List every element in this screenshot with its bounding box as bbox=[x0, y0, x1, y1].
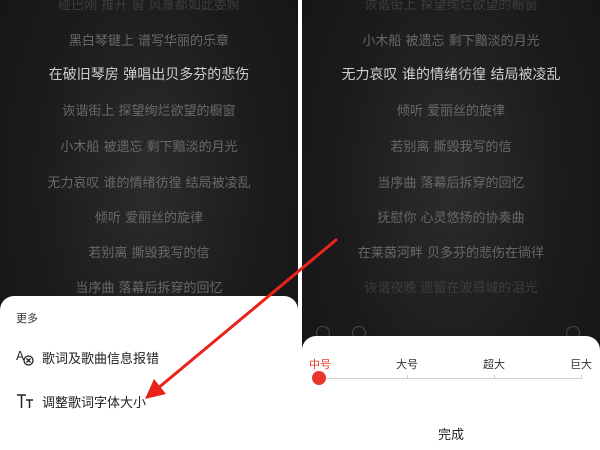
font-size-option-huge[interactable]: 巨大 bbox=[570, 356, 592, 372]
lyric-line: 抚慰你 心灵悠扬的协奏曲 bbox=[377, 211, 525, 226]
slider-tick bbox=[494, 375, 495, 379]
lyric-line-current: 无力哀叹 谁的情绪彷徨 结局被凌乱 bbox=[341, 67, 561, 83]
sheet-title: 更多 bbox=[16, 312, 38, 325]
lyrics-report-icon: A bbox=[14, 346, 36, 368]
lyric-line: 碰巴刚 推开 窗 风景都如此委婉 bbox=[58, 0, 240, 13]
more-menu-sheet: 更多 A 歌词及歌曲信息报错 调整歌词字体大小 bbox=[0, 296, 298, 450]
lyric-line: 小木船 被遗忘 剩下黯淡的月光 bbox=[362, 34, 540, 49]
lyric-line: 诙谐街上 探望绚烂欲望的橱窗 bbox=[364, 0, 538, 13]
lyric-line: 黑白琴键上 谱写华丽的乐章 bbox=[68, 34, 230, 49]
lyric-line: 若别离 撕毁我写的信 bbox=[390, 140, 512, 155]
font-size-option-xlarge[interactable]: 超大 bbox=[483, 356, 505, 372]
font-size-option-medium[interactable]: 中号 bbox=[309, 356, 331, 372]
lyric-line: 诙谐夜晚 遗留在波恩城的泪光 bbox=[364, 281, 538, 296]
lyric-line: 倾听 爱丽丝的旋律 bbox=[94, 211, 204, 226]
font-size-slider-track[interactable] bbox=[320, 375, 582, 379]
lyric-line: 倾听 爱丽丝的旋律 bbox=[396, 104, 506, 119]
menu-item-label: 调整歌词字体大小 bbox=[42, 395, 147, 411]
lyric-line-current: 在破旧琴房 弹唱出贝多芬的悲伤 bbox=[48, 67, 250, 83]
menu-item-report-lyrics[interactable]: A 歌词及歌曲信息报错 bbox=[14, 344, 159, 370]
font-size-option-large[interactable]: 大号 bbox=[396, 356, 418, 372]
menu-item-font-size[interactable]: 调整歌词字体大小 bbox=[14, 388, 146, 414]
lyric-line: 诙谐街上 探望绚烂欲望的橱窗 bbox=[62, 104, 236, 119]
slider-tick bbox=[407, 375, 408, 379]
done-button[interactable]: 完成 bbox=[302, 424, 600, 443]
font-size-sheet: 中号 大号 超大 巨大 完成 bbox=[302, 336, 600, 450]
slider-tick bbox=[581, 375, 582, 379]
lyric-line: 无力哀叹 谁的情绪彷徨 结局被凌乱 bbox=[47, 176, 251, 191]
font-size-slider-thumb[interactable] bbox=[312, 371, 326, 385]
lyric-line: 当序曲 落幕后拆穿的回忆 bbox=[75, 281, 223, 296]
menu-item-label: 歌词及歌曲信息报错 bbox=[42, 351, 160, 367]
lyric-line: 小木船 被遗忘 剩下黯淡的月光 bbox=[60, 140, 238, 155]
lyric-line: 当序曲 落幕后拆穿的回忆 bbox=[377, 176, 525, 191]
lyric-line: 在莱茵河畔 贝多芬的悲伤在徜徉 bbox=[357, 246, 545, 261]
font-size-icon bbox=[14, 390, 36, 412]
lyric-line: 若别离 撕毁我写的信 bbox=[88, 246, 210, 261]
